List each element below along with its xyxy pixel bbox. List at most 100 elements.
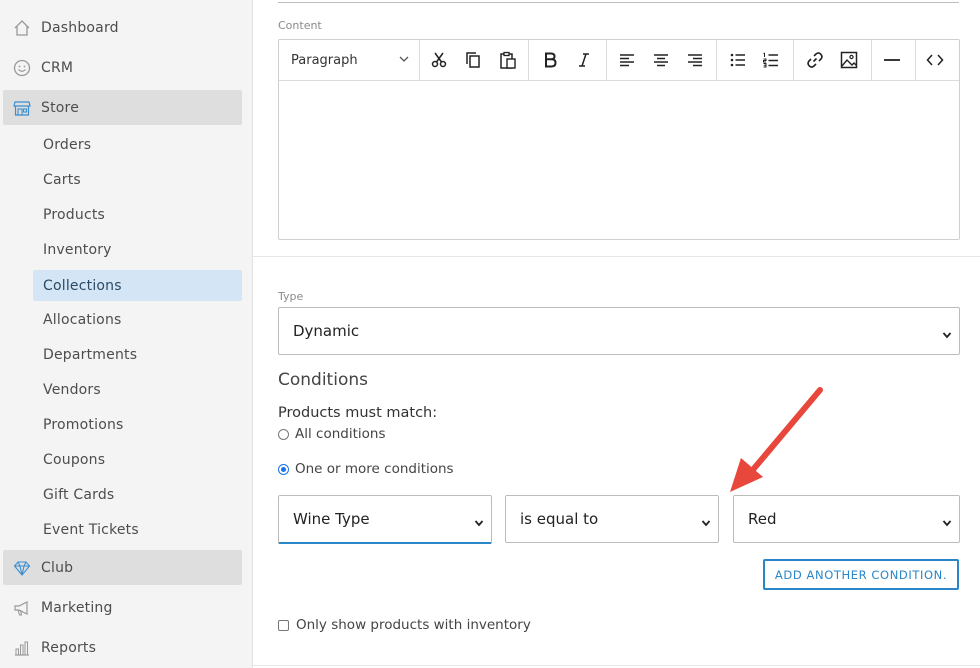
- radio-button-selected[interactable]: [278, 463, 289, 475]
- toolbar-separator: [915, 40, 916, 80]
- link-icon[interactable]: [800, 45, 830, 75]
- sidebar-subitem-label: Departments: [43, 346, 138, 363]
- chevron-down-icon: [398, 53, 410, 69]
- previous-field-edge: [278, 0, 959, 3]
- chevron-down-icon: [474, 514, 484, 532]
- toolbar-separator: [419, 40, 420, 80]
- sidebar-subitem-vendors[interactable]: Vendors: [33, 374, 242, 405]
- bar-chart-icon: [12, 638, 32, 658]
- add-another-condition-button[interactable]: ADD ANOTHER CONDITION.: [763, 559, 959, 590]
- sidebar-item-label: Dashboard: [41, 19, 119, 36]
- condition-field-value: Wine Type: [293, 510, 370, 528]
- toolbar-separator: [871, 40, 872, 80]
- sidebar-subitem-label: Gift Cards: [43, 486, 115, 503]
- sidebar-subitem-allocations[interactable]: Allocations: [33, 304, 242, 335]
- sidebar-subitem-carts[interactable]: Carts: [33, 164, 242, 195]
- sidebar-subitem-departments[interactable]: Departments: [33, 339, 242, 370]
- inventory-checkbox[interactable]: [278, 619, 289, 631]
- sidebar-subitem-coupons[interactable]: Coupons: [33, 444, 242, 475]
- rich-text-editor: Paragraph: [278, 39, 960, 240]
- sidebar-item-label: Store: [41, 99, 80, 116]
- inventory-checkbox-row[interactable]: Only show products with inventory: [278, 617, 531, 633]
- section-divider: [253, 256, 980, 257]
- condition-value-value: Red: [748, 510, 777, 528]
- sidebar-subitem-label: Allocations: [43, 311, 122, 328]
- sidebar-item-label: Club: [41, 559, 74, 576]
- sidebar-subitem-inventory[interactable]: Inventory: [33, 234, 242, 265]
- condition-operator-select[interactable]: is equal to: [505, 495, 719, 543]
- sidebar-subitem-label: Inventory: [43, 241, 112, 258]
- type-label: Type: [278, 290, 304, 303]
- sidebar-subitem-orders[interactable]: Orders: [33, 129, 242, 160]
- sidebar-subitem-event-tickets[interactable]: Event Tickets: [33, 514, 242, 545]
- paste-icon[interactable]: [493, 45, 523, 75]
- horizontal-rule-icon[interactable]: [877, 45, 907, 75]
- align-left-icon[interactable]: [612, 45, 642, 75]
- sidebar-subitem-label: Event Tickets: [43, 521, 139, 538]
- chevron-down-icon: [942, 326, 952, 344]
- sidebar-item-crm[interactable]: CRM: [3, 50, 242, 85]
- sidebar-item-label: Marketing: [41, 599, 113, 616]
- condition-field-select[interactable]: Wine Type: [278, 495, 492, 544]
- toolbar-separator: [793, 40, 794, 80]
- chevron-down-icon: [942, 514, 952, 532]
- editor-content-area[interactable]: [279, 81, 959, 239]
- home-icon: [12, 18, 32, 38]
- image-icon[interactable]: [834, 45, 864, 75]
- sidebar-subitem-label: Orders: [43, 136, 92, 153]
- sidebar-subitem-collections[interactable]: Collections: [33, 270, 242, 301]
- align-right-icon[interactable]: [680, 45, 710, 75]
- bold-icon[interactable]: [535, 45, 565, 75]
- sidebar-subitem-products[interactable]: Products: [33, 199, 242, 230]
- sidebar-subitem-gift-cards[interactable]: Gift Cards: [33, 479, 242, 510]
- sidebar-subitem-label: Coupons: [43, 451, 106, 468]
- radio-all-conditions[interactable]: All conditions: [278, 426, 385, 442]
- sidebar: Dashboard CRM Store Orders Carts Product…: [0, 0, 253, 668]
- sidebar-item-label: CRM: [41, 59, 74, 76]
- radio-label: One or more conditions: [295, 461, 454, 477]
- sidebar-item-store[interactable]: Store: [3, 90, 242, 125]
- code-icon[interactable]: [920, 45, 950, 75]
- condition-operator-value: is equal to: [520, 510, 599, 528]
- radio-label: All conditions: [295, 426, 386, 442]
- annotation-arrow-icon: [730, 387, 823, 492]
- paragraph-format-select[interactable]: Paragraph: [291, 40, 416, 80]
- bullet-list-icon[interactable]: [723, 45, 753, 75]
- toolbar-separator: [606, 40, 607, 80]
- italic-icon[interactable]: [569, 45, 599, 75]
- copy-icon[interactable]: [458, 45, 488, 75]
- chevron-down-icon: [701, 514, 711, 532]
- sidebar-item-label: Reports: [41, 639, 97, 656]
- inventory-checkbox-label: Only show products with inventory: [296, 617, 531, 633]
- toolbar-separator: [716, 40, 717, 80]
- sidebar-item-dashboard[interactable]: Dashboard: [3, 10, 242, 45]
- content-label: Content: [278, 19, 322, 32]
- condition-value-select[interactable]: Red: [733, 495, 960, 543]
- paragraph-format-value: Paragraph: [291, 52, 358, 68]
- radio-one-or-more-conditions[interactable]: One or more conditions: [278, 461, 454, 477]
- toolbar-separator: [528, 40, 529, 80]
- radio-button[interactable]: [278, 428, 289, 440]
- storefront-icon: [12, 98, 32, 118]
- sidebar-subitem-label: Collections: [43, 277, 122, 294]
- match-label: Products must match:: [278, 405, 438, 421]
- cut-icon[interactable]: [424, 45, 454, 75]
- sidebar-subitem-promotions[interactable]: Promotions: [33, 409, 242, 440]
- sidebar-item-club[interactable]: Club: [3, 550, 242, 585]
- conditions-heading: Conditions: [278, 370, 368, 390]
- sidebar-subitem-label: Promotions: [43, 416, 124, 433]
- sidebar-item-marketing[interactable]: Marketing: [3, 590, 242, 625]
- main-content: Content Paragraph Type Dynamic Condition…: [253, 0, 980, 668]
- type-select-value: Dynamic: [293, 322, 360, 340]
- megaphone-icon: [12, 598, 32, 618]
- section-bottom-border: [253, 665, 980, 666]
- numbered-list-icon[interactable]: [756, 45, 786, 75]
- sidebar-subitem-label: Products: [43, 206, 106, 223]
- sidebar-subitem-label: Vendors: [43, 381, 101, 398]
- sidebar-subitem-label: Carts: [43, 171, 81, 188]
- sidebar-item-reports[interactable]: Reports: [3, 630, 242, 665]
- align-center-icon[interactable]: [646, 45, 676, 75]
- editor-toolbar: Paragraph: [279, 40, 959, 81]
- smiley-icon: [12, 58, 32, 78]
- type-select[interactable]: Dynamic: [278, 307, 960, 355]
